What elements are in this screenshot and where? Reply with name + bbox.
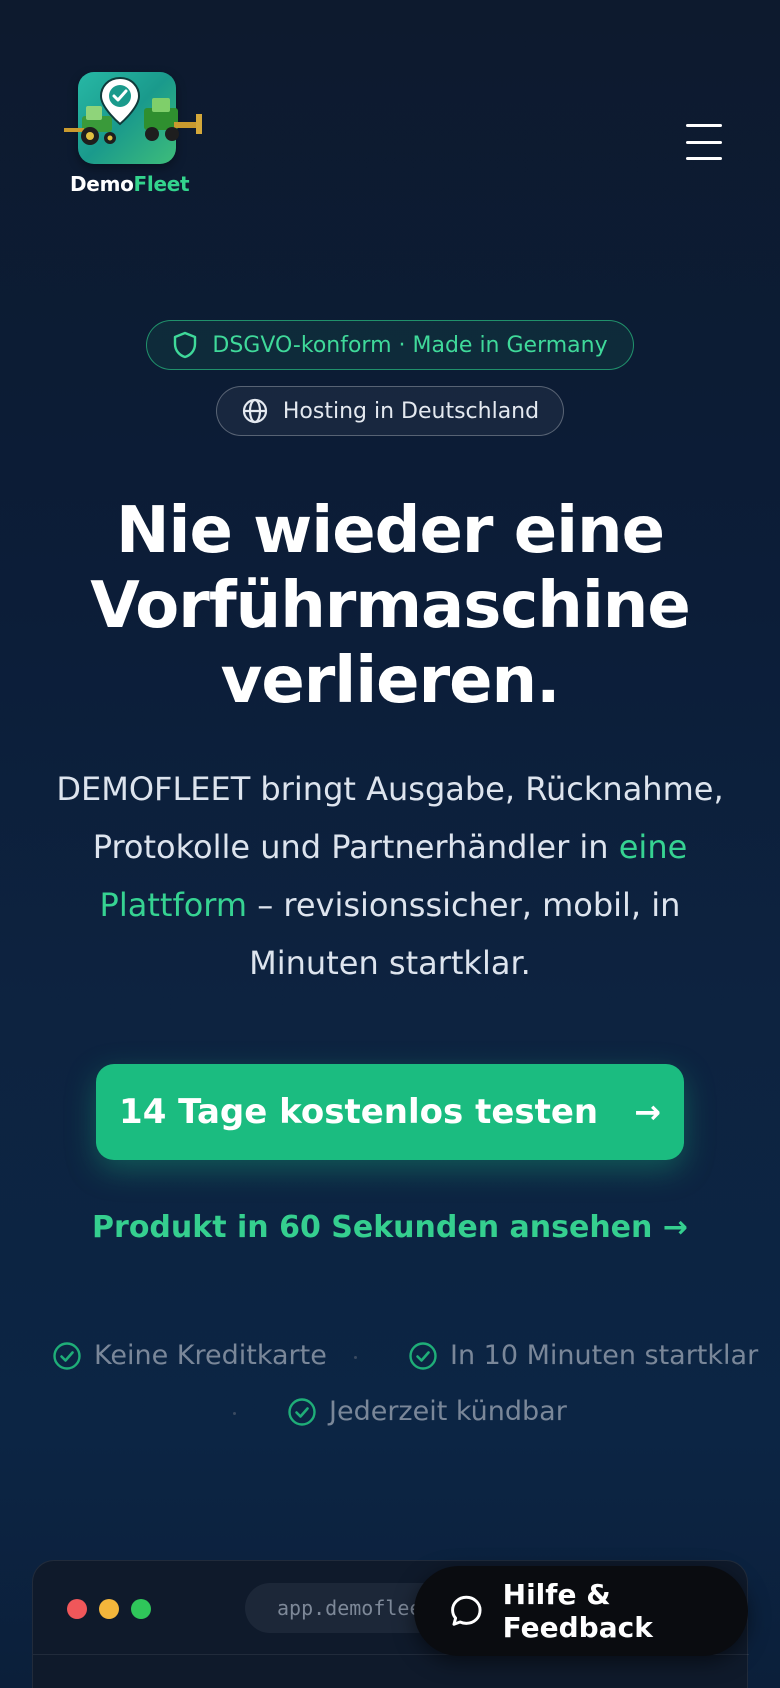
menu-bar <box>686 157 722 160</box>
help-feedback-label: Hilfe & Feedback <box>502 1578 653 1644</box>
menu-bar <box>686 124 722 127</box>
product-video-link[interactable]: Produkt in 60 Sekunden ansehen → <box>0 1210 780 1245</box>
demofleet-logo[interactable]: DemoFleet <box>56 70 206 200</box>
window-maximize-dot <box>131 1599 151 1619</box>
logo-wordmark: DemoFleet <box>70 172 190 196</box>
window-minimize-dot <box>99 1599 119 1619</box>
trust-item: Jederzeit kündbar <box>287 1396 567 1427</box>
hero-subtitle: DEMOFLEET bringt Ausgabe, Rücknahme, Pro… <box>50 760 730 992</box>
logo-word-demo: Demo <box>70 172 134 196</box>
hero-title: Nie wieder eine Vorführmaschine verliere… <box>40 494 740 719</box>
check-circle-icon <box>53 1341 81 1370</box>
globe-icon <box>242 398 267 424</box>
hero-title-line: Vorführmaschine <box>90 569 690 643</box>
hosting-badge: Hosting in Deutschland <box>216 386 564 436</box>
separator-dot <box>354 1356 357 1359</box>
tractor-harvester-logo-icon <box>64 76 202 145</box>
site-header: DemoFleet <box>0 0 780 220</box>
compliance-badge: DSGVO-konform · Made in Germany <box>146 320 634 370</box>
hero-title-line: verlieren. <box>220 644 561 718</box>
chat-bubble-icon <box>451 1595 482 1626</box>
menu-bar <box>686 140 722 144</box>
trust-item-label: Keine Kreditkarte <box>94 1340 327 1371</box>
hamburger-menu-icon[interactable] <box>686 124 730 160</box>
hosting-badge-label: Hosting in Deutschland <box>282 398 540 424</box>
free-trial-button[interactable]: 14 Tage kostenlos testen → <box>96 1064 684 1160</box>
free-trial-label: 14 Tage kostenlos testen <box>119 1092 599 1132</box>
logo-word-fleet: Fleet <box>133 172 190 196</box>
help-feedback-button[interactable]: Hilfe & Feedback <box>414 1566 748 1656</box>
hero-title-line: Nie wieder eine <box>115 494 665 568</box>
shield-icon <box>174 331 197 359</box>
trust-item-label: Jederzeit kündbar <box>329 1396 567 1427</box>
check-circle-icon <box>288 1397 316 1426</box>
trust-item: In 10 Minuten startklar <box>408 1340 758 1371</box>
trust-item: Keine Kreditkarte <box>52 1340 327 1371</box>
window-close-dot <box>67 1599 87 1619</box>
compliance-badge-label: DSGVO-konform · Made in Germany <box>212 332 608 358</box>
arrow-right-icon: → <box>634 1093 661 1131</box>
trust-item-label: In 10 Minuten startklar <box>450 1340 759 1371</box>
check-circle-icon <box>409 1341 437 1370</box>
separator-dot <box>233 1412 236 1415</box>
hero-subtitle-text: – revisionssicher, mobil, in Minuten sta… <box>247 886 681 982</box>
